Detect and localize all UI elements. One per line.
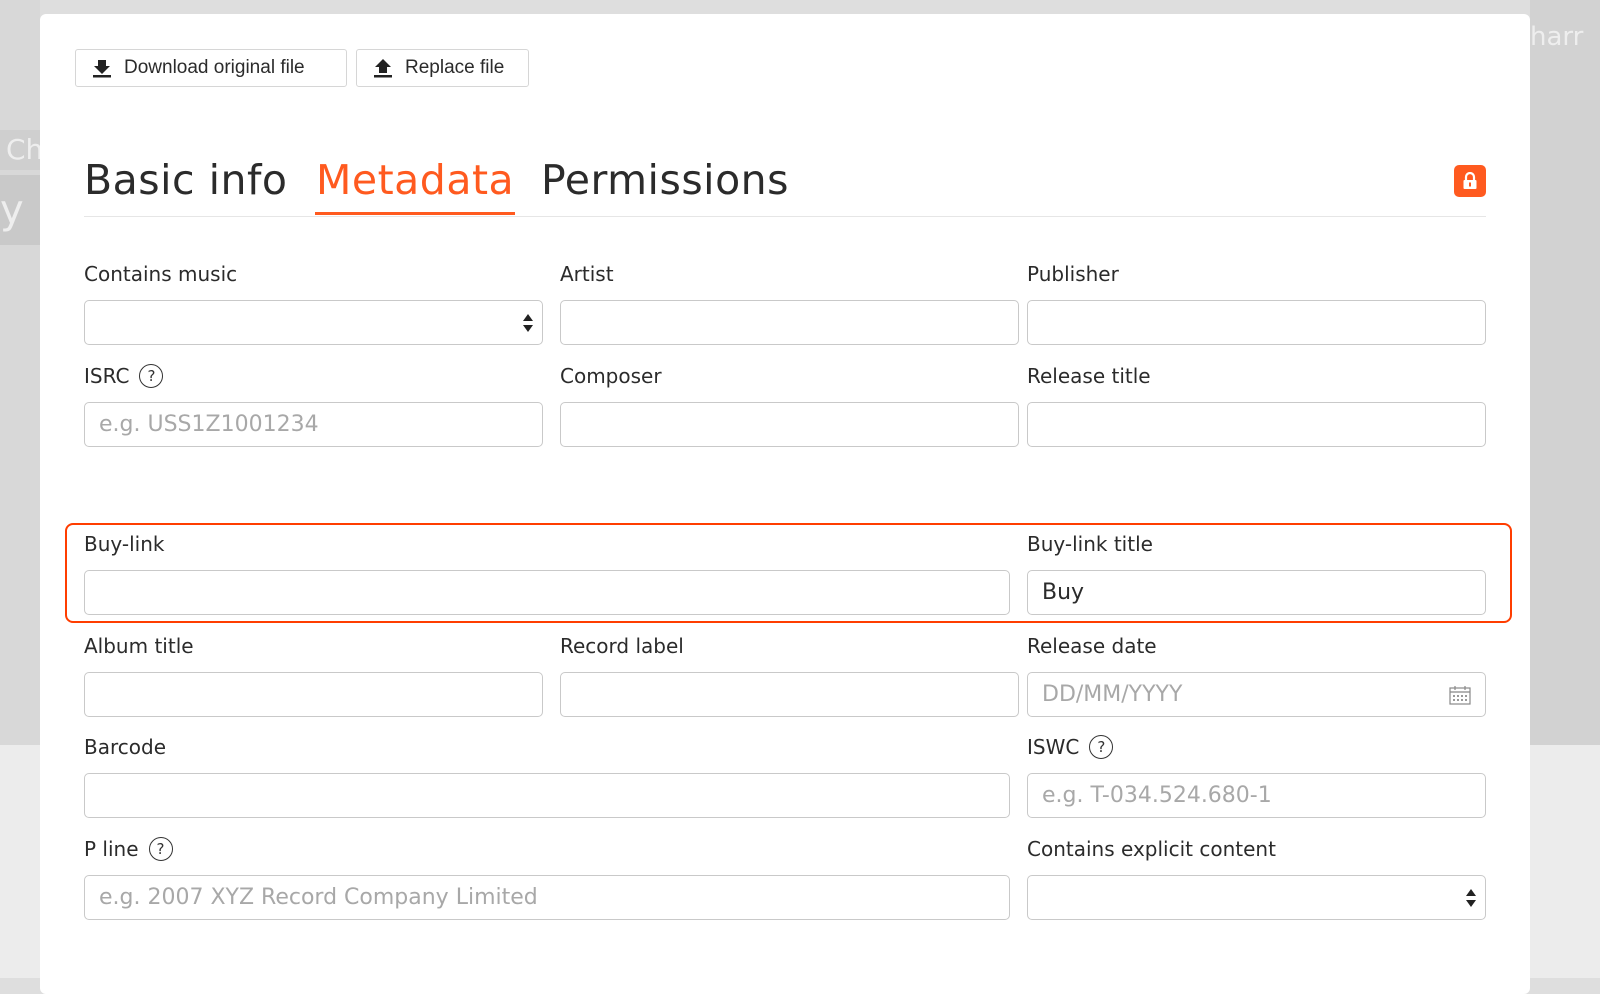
download-original-file-button[interactable]: Download original file bbox=[75, 49, 347, 87]
composer-label: Composer bbox=[560, 364, 662, 388]
release-title-input[interactable] bbox=[1027, 402, 1486, 447]
barcode-label-text: Barcode bbox=[84, 735, 166, 759]
iswc-input[interactable]: e.g. T-034.524.680-1 bbox=[1027, 773, 1486, 818]
replace-file-label: Replace file bbox=[405, 57, 505, 78]
album-title-label: Album title bbox=[84, 634, 194, 658]
background-text: harr bbox=[1530, 22, 1584, 52]
select-arrows-icon bbox=[523, 314, 533, 332]
p-line-label: P line ? bbox=[84, 837, 173, 861]
artist-input[interactable] bbox=[560, 300, 1019, 345]
iswc-label-text: ISWC bbox=[1027, 735, 1080, 759]
background-text: y bbox=[0, 175, 40, 245]
replace-file-button[interactable]: Replace file bbox=[356, 49, 529, 87]
contains-music-label: Contains music bbox=[84, 262, 237, 286]
isrc-input[interactable]: e.g. USS1Z1001234 bbox=[84, 402, 543, 447]
release-title-label: Release title bbox=[1027, 364, 1151, 388]
background-right: harr bbox=[1530, 0, 1600, 978]
publisher-input[interactable] bbox=[1027, 300, 1486, 345]
background-text: Ch bbox=[0, 130, 43, 170]
p-line-placeholder: e.g. 2007 XYZ Record Company Limited bbox=[99, 885, 538, 910]
tab-metadata[interactable]: Metadata bbox=[314, 154, 516, 215]
iswc-label: ISWC ? bbox=[1027, 735, 1114, 759]
contains-music-select[interactable] bbox=[84, 300, 543, 345]
edit-track-modal: Download original file Replace file Basi… bbox=[40, 14, 1530, 994]
artist-label: Artist bbox=[560, 262, 614, 286]
help-icon[interactable]: ? bbox=[148, 837, 173, 861]
lock-button[interactable] bbox=[1454, 165, 1486, 197]
p-line-label-text: P line bbox=[84, 837, 139, 861]
contains-music-label-text: Contains music bbox=[84, 262, 238, 286]
release-date-label: Release date bbox=[1027, 634, 1157, 658]
record-label-label-text: Record label bbox=[560, 634, 684, 658]
tab-permissions[interactable]: Permissions bbox=[541, 154, 789, 206]
buy-link-title-value: Buy bbox=[1042, 580, 1085, 605]
publisher-label-text: Publisher bbox=[1027, 262, 1119, 286]
release-title-label-text: Release title bbox=[1027, 364, 1151, 388]
explicit-content-label: Contains explicit content bbox=[1027, 837, 1276, 861]
composer-label-text: Composer bbox=[560, 364, 662, 388]
iswc-placeholder: e.g. T-034.524.680-1 bbox=[1042, 783, 1272, 808]
tab-bar: Basic info Metadata Permissions bbox=[84, 154, 1486, 217]
album-title-input[interactable] bbox=[84, 672, 543, 717]
release-date-placeholder: DD/MM/YYYY bbox=[1042, 682, 1183, 707]
buy-link-title-label-text: Buy-link title bbox=[1027, 532, 1153, 556]
buy-link-title-input[interactable]: Buy bbox=[1027, 570, 1486, 615]
record-label-label: Record label bbox=[560, 634, 684, 658]
help-icon[interactable]: ? bbox=[139, 364, 164, 388]
background-panel bbox=[0, 745, 40, 978]
buy-link-label: Buy-link bbox=[84, 532, 164, 556]
barcode-label: Barcode bbox=[84, 735, 166, 759]
buy-link-label-text: Buy-link bbox=[84, 532, 165, 556]
artist-label-text: Artist bbox=[560, 262, 614, 286]
explicit-content-select[interactable] bbox=[1027, 875, 1486, 920]
isrc-label-text: ISRC bbox=[84, 364, 130, 388]
tab-basic-info[interactable]: Basic info bbox=[84, 154, 287, 206]
release-date-label-text: Release date bbox=[1027, 634, 1157, 658]
record-label-input[interactable] bbox=[560, 672, 1019, 717]
isrc-placeholder: e.g. USS1Z1001234 bbox=[99, 412, 319, 437]
album-title-label-text: Album title bbox=[84, 634, 194, 658]
buy-link-title-label: Buy-link title bbox=[1027, 532, 1153, 556]
download-original-file-label: Download original file bbox=[124, 57, 305, 78]
background-panel bbox=[1530, 745, 1600, 978]
download-icon bbox=[93, 60, 111, 78]
buy-link-input[interactable] bbox=[84, 570, 1010, 615]
composer-input[interactable] bbox=[560, 402, 1019, 447]
release-date-input[interactable]: DD/MM/YYYY bbox=[1027, 672, 1486, 717]
p-line-input[interactable]: e.g. 2007 XYZ Record Company Limited bbox=[84, 875, 1010, 920]
upload-icon bbox=[374, 59, 392, 78]
lock-icon bbox=[1463, 172, 1477, 189]
publisher-label: Publisher bbox=[1027, 262, 1119, 286]
barcode-input[interactable] bbox=[84, 773, 1010, 818]
help-icon[interactable]: ? bbox=[1089, 735, 1114, 759]
background-left: Ch y bbox=[0, 0, 43, 978]
isrc-label: ISRC ? bbox=[84, 364, 164, 388]
explicit-content-label-text: Contains explicit content bbox=[1027, 837, 1276, 861]
select-arrows-icon bbox=[1466, 889, 1476, 907]
calendar-icon[interactable] bbox=[1449, 685, 1471, 705]
